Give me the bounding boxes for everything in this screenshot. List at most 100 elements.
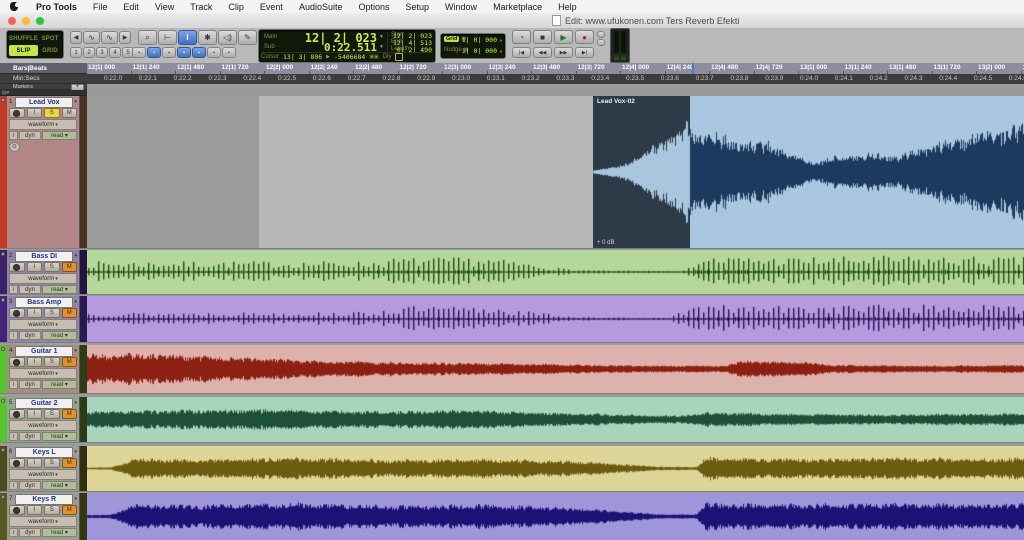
automation-mode-selector[interactable]: read ▾ bbox=[42, 380, 77, 389]
mute-button[interactable]: M bbox=[62, 505, 78, 515]
track-lane[interactable]: Lead Vox-02+ 0 dB bbox=[87, 96, 1024, 248]
edit-toggle-button-2[interactable]: ▪ bbox=[147, 47, 161, 58]
ruler-label-bars-beats[interactable]: Bars|Beats bbox=[0, 63, 87, 74]
keyboard-focus-icon[interactable] bbox=[395, 53, 403, 61]
track-options-icon[interactable]: ▾ bbox=[74, 449, 77, 455]
menu-item-clip[interactable]: Clip bbox=[220, 2, 252, 12]
mode-slip-button[interactable]: SLIP bbox=[9, 45, 38, 56]
mode-grid-button[interactable]: GRID bbox=[39, 45, 61, 56]
track-freeze-icon[interactable] bbox=[1, 495, 5, 499]
zoom-preset-4-button[interactable]: 4 bbox=[109, 47, 121, 58]
scrub-tool-button[interactable]: ◁) bbox=[218, 30, 237, 45]
track-lane[interactable] bbox=[87, 345, 1024, 393]
record-enable-button[interactable] bbox=[9, 357, 25, 367]
audio-zoom-out-button[interactable]: ∿ bbox=[83, 31, 100, 44]
automation-mode-selector[interactable]: read ▾ bbox=[42, 331, 77, 340]
automation-mode-selector[interactable]: read ▾ bbox=[42, 285, 77, 294]
track-options-icon[interactable]: ▾ bbox=[74, 299, 77, 305]
automation-mode-selector[interactable]: read ▾ bbox=[42, 528, 77, 537]
go-to-end-button[interactable]: ▶| bbox=[575, 47, 594, 58]
record-enable-button[interactable] bbox=[9, 262, 25, 272]
input-monitor-button[interactable]: I bbox=[27, 409, 43, 419]
elastic-audio-selector[interactable]: dyn bbox=[19, 331, 41, 340]
input-monitor-button[interactable]: I bbox=[27, 357, 43, 367]
track-view-selector[interactable]: waveform ▾ bbox=[9, 119, 77, 130]
solo-button[interactable]: S bbox=[44, 409, 60, 419]
track-freeze-icon[interactable] bbox=[1, 399, 5, 403]
record-enable-button[interactable] bbox=[9, 308, 25, 318]
zoom-preset-3-button[interactable]: 3 bbox=[96, 47, 108, 58]
edit-toggle-button-3[interactable]: ▪ bbox=[162, 47, 176, 58]
track-options-icon[interactable]: ▾ bbox=[74, 99, 77, 105]
track-list-icon[interactable]: ▤▾ bbox=[2, 90, 9, 96]
solo-button[interactable]: S bbox=[44, 308, 60, 318]
elastic-audio-selector[interactable]: dyn bbox=[19, 432, 41, 441]
voice-selector[interactable]: I bbox=[9, 481, 18, 490]
grid-value-label[interactable]: Grid bbox=[444, 36, 459, 42]
mute-button[interactable]: M bbox=[62, 262, 78, 272]
grid-value[interactable]: 1| 0| 000 bbox=[462, 36, 497, 44]
nudge-value[interactable]: 1| 0| 000 bbox=[462, 47, 497, 55]
horizontal-zoom-out-button[interactable]: ◀ bbox=[70, 31, 82, 44]
grabber-tool-button[interactable]: ✱ bbox=[198, 30, 217, 45]
track-view-selector[interactable]: waveform ▾ bbox=[9, 273, 77, 284]
menu-item-pro-tools[interactable]: Pro Tools bbox=[28, 2, 85, 12]
record-enable-button[interactable] bbox=[9, 409, 25, 419]
edit-toggle-button-5[interactable]: ▪ bbox=[192, 47, 206, 58]
voice-selector[interactable]: I bbox=[9, 285, 18, 294]
track-freeze-icon[interactable] bbox=[1, 298, 5, 302]
track-freeze-icon[interactable] bbox=[1, 252, 5, 256]
automation-mode-selector[interactable]: read ▾ bbox=[42, 131, 77, 140]
solo-button[interactable]: S bbox=[44, 458, 60, 468]
menu-item-edit[interactable]: Edit bbox=[115, 2, 147, 12]
track-name[interactable]: Keys L bbox=[15, 447, 73, 458]
track-lane[interactable] bbox=[87, 397, 1024, 442]
track-options-icon[interactable]: ▾ bbox=[74, 496, 77, 502]
selector-tool-button[interactable]: I bbox=[178, 30, 197, 45]
fast-forward-button[interactable]: ▶▶ bbox=[554, 47, 573, 58]
elastic-audio-selector[interactable]: dyn bbox=[19, 481, 41, 490]
track-view-selector[interactable]: waveform ▾ bbox=[9, 420, 77, 431]
track-name[interactable]: Lead Vox bbox=[15, 97, 73, 108]
menu-item-audiosuite[interactable]: AudioSuite bbox=[291, 2, 351, 12]
track-options-icon[interactable]: ▾ bbox=[74, 400, 77, 406]
transport-expand-top-button[interactable] bbox=[597, 31, 605, 38]
zoom-window-button[interactable] bbox=[36, 17, 44, 25]
output-window-button[interactable]: O bbox=[9, 142, 20, 152]
track-lane[interactable] bbox=[87, 250, 1024, 294]
menu-item-track[interactable]: Track bbox=[182, 2, 220, 12]
return-to-zero-button[interactable]: |◀ bbox=[512, 47, 531, 58]
voice-selector[interactable]: I bbox=[9, 528, 18, 537]
mute-button[interactable]: M bbox=[62, 108, 78, 118]
minimize-window-button[interactable] bbox=[22, 17, 30, 25]
input-monitor-button[interactable]: I bbox=[27, 505, 43, 515]
menu-item-marketplace[interactable]: Marketplace bbox=[485, 2, 550, 12]
input-monitor-button[interactable]: I bbox=[27, 308, 43, 318]
track-options-icon[interactable]: ▾ bbox=[74, 253, 77, 259]
online-button[interactable]: ◔ bbox=[512, 30, 531, 44]
pencil-tool-button[interactable]: ✎ bbox=[238, 30, 257, 45]
input-monitor-button[interactable]: I bbox=[27, 108, 43, 118]
track-options-icon[interactable]: ▾ bbox=[74, 348, 77, 354]
elastic-audio-selector[interactable]: dyn bbox=[19, 380, 41, 389]
track-freeze-icon[interactable] bbox=[1, 98, 5, 102]
voice-selector[interactable]: I bbox=[9, 380, 18, 389]
track-view-selector[interactable]: waveform ▾ bbox=[9, 469, 77, 480]
mute-button[interactable]: M bbox=[62, 357, 78, 367]
record-button[interactable]: ● bbox=[575, 30, 594, 44]
grid-dropdown-icon[interactable]: ▼ bbox=[499, 38, 503, 43]
menu-item-help[interactable]: Help bbox=[550, 2, 585, 12]
trim-tool-button[interactable]: ⊢ bbox=[158, 30, 177, 45]
menu-item-view[interactable]: View bbox=[147, 2, 182, 12]
menu-item-options[interactable]: Options bbox=[350, 2, 397, 12]
menu-item-file[interactable]: File bbox=[85, 2, 116, 12]
track-view-selector[interactable]: waveform ▾ bbox=[9, 368, 77, 379]
record-enable-button[interactable] bbox=[9, 505, 25, 515]
solo-button[interactable]: S bbox=[44, 262, 60, 272]
zoom-preset-2-button[interactable]: 2 bbox=[83, 47, 95, 58]
elastic-audio-selector[interactable]: dyn bbox=[19, 285, 41, 294]
track-view-selector[interactable]: waveform ▾ bbox=[9, 516, 77, 527]
automation-mode-selector[interactable]: read ▾ bbox=[42, 432, 77, 441]
voice-selector[interactable]: I bbox=[9, 131, 18, 140]
solo-button[interactable]: S bbox=[44, 108, 60, 118]
